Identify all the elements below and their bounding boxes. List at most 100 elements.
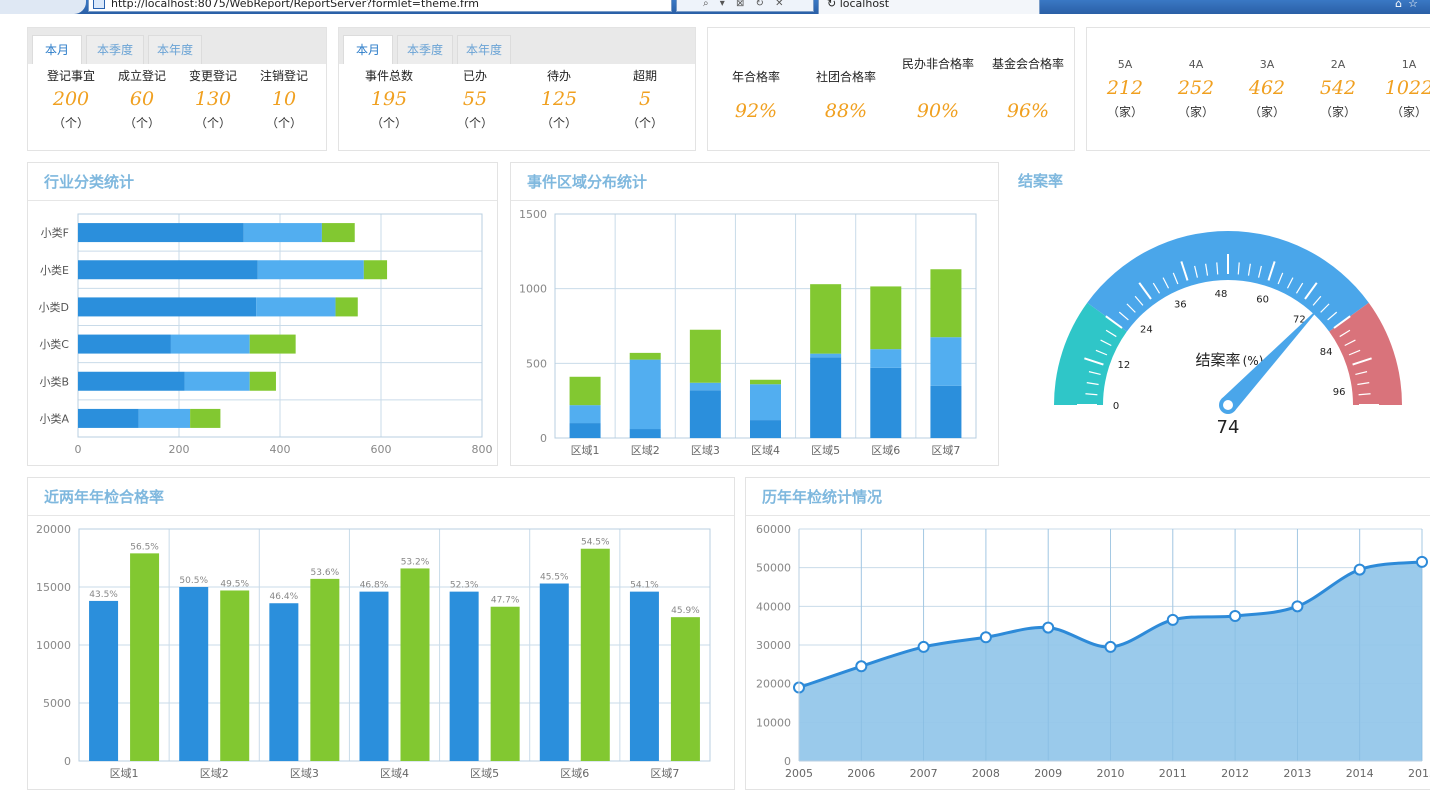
address-bar[interactable]: http://localhost:8075/WebReport/ReportSe… — [88, 0, 672, 12]
y-tick-label: 1500 — [519, 208, 547, 221]
bar — [400, 568, 430, 761]
x-tick-label: 2010 — [1097, 767, 1125, 780]
y-tick-label: 40000 — [756, 600, 791, 613]
address-url: http://localhost:8075/WebReport/ReportSe… — [111, 0, 479, 10]
y-tick-label: 小类B — [39, 374, 69, 388]
bar-segment — [750, 384, 781, 421]
y-tick-label: 20000 — [36, 523, 71, 536]
y-tick-label: 小类A — [39, 411, 69, 425]
kpi-item: 待办 125 （个） — [519, 70, 599, 131]
kpi-label: 超期 — [632, 69, 657, 83]
gauge-pivot-center — [1223, 400, 1233, 410]
bar-segment — [138, 408, 191, 428]
kpi-item: 4A 252 （家） — [1166, 58, 1226, 120]
bar — [449, 591, 479, 761]
kpi-unit: （家） — [1248, 105, 1285, 119]
x-tick-label: 600 — [371, 443, 392, 456]
x-tick-label: 2009 — [1034, 767, 1062, 780]
kpi-item: 2A 542 （家） — [1308, 58, 1368, 120]
kpi-value: 1022 — [1384, 77, 1430, 99]
kpi-value: 200 — [52, 88, 90, 110]
address-controls[interactable]: ⌕ ▾ ⊠ ↻ ✕ — [676, 0, 814, 12]
browser-tab[interactable]: ↻ localhost — [818, 0, 1040, 14]
bar-segment — [190, 408, 221, 428]
kpi-value: 252 — [1177, 77, 1215, 99]
x-tick-label: 2008 — [972, 767, 1000, 780]
region-chart: 0 500 1000 1500 区域1 区域2 区域3 区域4 区域5 区域6 区域7 — [519, 208, 977, 457]
gauge-value: 74 — [1217, 417, 1240, 438]
tab-year[interactable]: 本年度 — [457, 35, 511, 64]
kpi-value: 90% — [916, 100, 960, 122]
bar — [220, 590, 250, 761]
kpi-label: 5A — [1117, 58, 1133, 71]
bar-segment — [569, 376, 601, 406]
history-area-chart: 01000020000300004000050000600002005 2006 2… — [756, 523, 1430, 780]
gauge-tick-label: 84 — [1320, 347, 1333, 358]
data-point — [979, 631, 992, 644]
kpi-value: 212 — [1106, 77, 1144, 99]
panel-title: 行业分类统计 — [44, 173, 135, 191]
pass-rate-chart-panel: 近两年年检合格率 0 5000 10000 15000 20000 区域1 43.5% 56.… — [27, 477, 735, 790]
tab-month[interactable]: 本月 — [343, 35, 393, 64]
tab-month[interactable]: 本月 — [32, 35, 82, 64]
bar-segment — [78, 260, 258, 280]
kpi-tab-bar: 本月 本季度 本年度 — [28, 28, 326, 64]
data-label: 46.8% — [360, 581, 389, 591]
data-label: 53.6% — [311, 568, 340, 578]
gauge-tick-label: 60 — [1256, 294, 1269, 305]
x-tick-label: 2014 — [1346, 767, 1374, 780]
kpi-label: 年合格率 — [731, 70, 780, 84]
x-tick-label: 2005 — [785, 767, 813, 780]
kpi-unit: （个） — [540, 116, 577, 130]
bar — [130, 553, 160, 761]
kpi-label: 变更登记 — [188, 69, 237, 83]
kpi-unit: （家） — [1177, 105, 1214, 119]
tab-quarter[interactable]: 本季度 — [397, 35, 453, 64]
x-tick-label: 0 — [75, 443, 82, 456]
panel-title: 近两年年检合格率 — [44, 488, 165, 506]
kpi-item: 已办 55 （个） — [435, 70, 515, 131]
kpi-value: 55 — [462, 88, 488, 110]
kpi-item: 事件总数 195 （个） — [349, 70, 429, 131]
bar — [310, 578, 340, 761]
bar-segment — [870, 367, 902, 438]
tab-year[interactable]: 本年度 — [148, 35, 202, 64]
bar — [89, 600, 119, 761]
kpi-unit: （个） — [370, 116, 407, 130]
kpi-panel-events: 本月 本季度 本年度 事件总数 195 （个） 已办 55 （个） 待办 125… — [338, 27, 696, 151]
data-label: 43.5% — [89, 590, 118, 600]
kpi-label: 待办 — [546, 69, 571, 83]
bar-segment — [810, 353, 842, 358]
kpi-value: 5 — [638, 88, 652, 110]
kpi-value: 125 — [540, 88, 578, 110]
bar-segment — [249, 334, 296, 354]
kpi-label: 民办非合格率 — [902, 57, 975, 71]
x-tick-label: 200 — [169, 443, 190, 456]
industry-chart-panel: 行业分类统计 0 200 400 600 800 小类F 小类E 小类D 小类C 小类B 小类A — [27, 162, 498, 466]
browser-bar: http://localhost:8075/WebReport/ReportSe… — [0, 0, 1430, 14]
bar-segment — [930, 385, 962, 438]
gauge-tick-label: 12 — [1117, 360, 1130, 371]
window-controls[interactable]: ⌂☆ — [1395, 0, 1424, 10]
data-point — [1416, 555, 1428, 568]
x-tick-label: 区域1 — [110, 767, 139, 780]
kpi-item: 基金会合格率 96% — [992, 58, 1064, 123]
y-tick-label: 5000 — [43, 697, 71, 710]
x-tick-label: 区域2 — [200, 767, 229, 780]
kpi-unit: （家） — [1390, 105, 1427, 119]
kpi-unit: （个） — [265, 116, 302, 130]
tab-quarter[interactable]: 本季度 — [86, 35, 144, 64]
bar — [179, 587, 209, 761]
bar — [670, 617, 700, 761]
loading-icon: ↻ — [827, 0, 840, 10]
bar — [269, 603, 299, 761]
kpi-panel-registration: 本月 本季度 本年度 登记事宜 200 （个） 成立登记 60 （个） 变更登记… — [27, 27, 327, 151]
kpi-value: 96% — [1006, 100, 1050, 122]
back-button[interactable] — [0, 0, 86, 14]
kpi-value: 60 — [129, 88, 155, 110]
kpi-item: 1A 1022 （家） — [1379, 58, 1430, 120]
data-point — [1042, 621, 1055, 634]
bar-segment — [78, 371, 185, 391]
y-tick-label: 60000 — [756, 523, 791, 536]
kpi-panel-grades: 5A 212 （家） 4A 252 （家） 3A 462 （家） 2A 542 … — [1086, 27, 1430, 151]
